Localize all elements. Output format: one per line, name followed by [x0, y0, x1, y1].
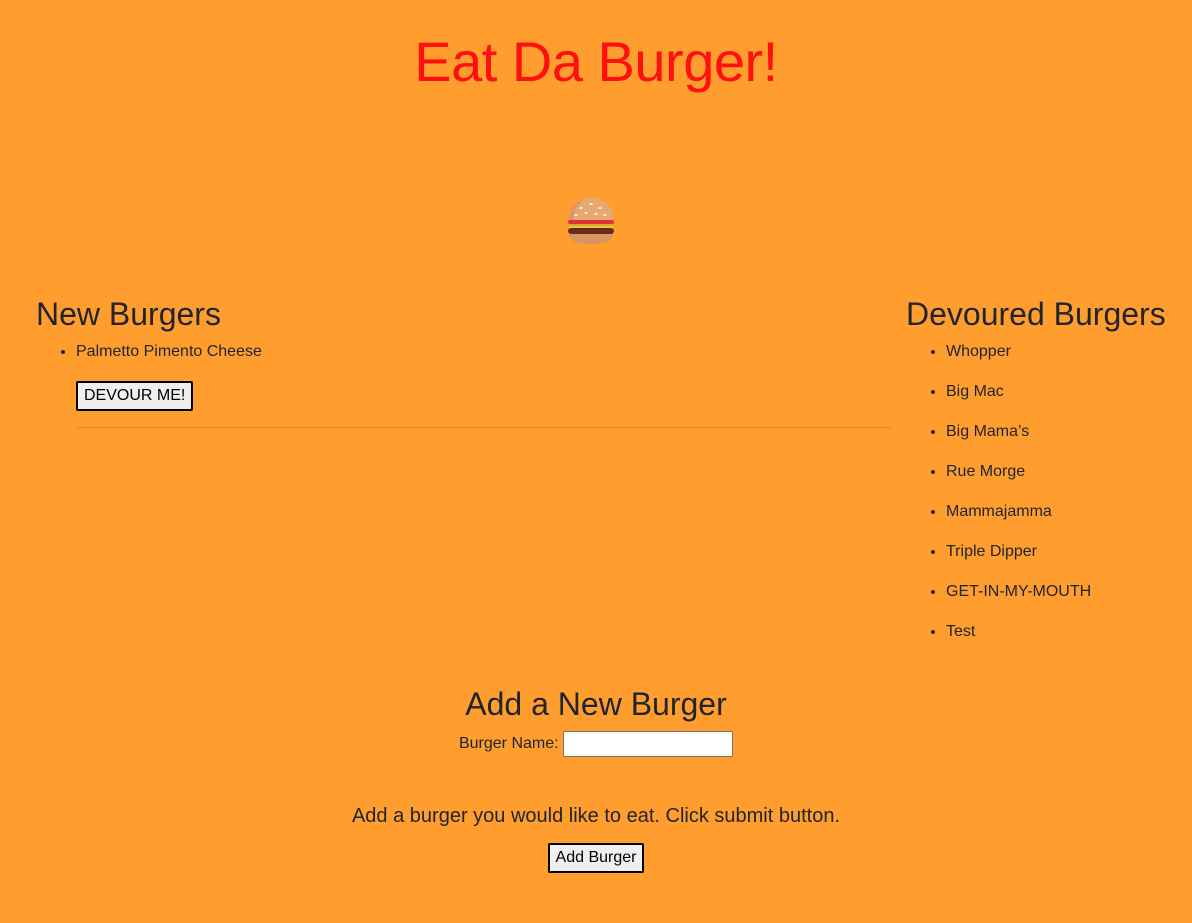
list-item: Palmetto Pimento Cheese DEVOUR ME!	[76, 340, 891, 428]
devoured-burgers-list: Whopper Big Mac Big Mama’s Rue Morge Mam…	[906, 340, 1091, 660]
list-item: Big Mama’s	[946, 420, 1091, 444]
devoured-burgers-title: Devoured Burgers	[906, 296, 1166, 332]
list-item: Triple Dipper	[946, 540, 1091, 564]
list-item: Test	[946, 620, 1091, 644]
list-item: Rue Morge	[946, 460, 1091, 484]
list-item: Mammajamma	[946, 500, 1091, 524]
list-item: Big Mac	[946, 380, 1091, 404]
list-item: GET-IN-MY-MOUTH	[946, 580, 1091, 604]
list-item: Whopper	[946, 340, 1091, 364]
instruction-text: Add a burger you would like to eat. Clic…	[351, 805, 841, 827]
burger-name-label: Burger Name:	[458, 735, 559, 752]
divider	[76, 427, 891, 428]
add-burger-form: Add a New Burger Burger Name: Add a burg…	[0, 683, 1192, 873]
hamburger-icon	[567, 198, 615, 244]
page-title: Eat Da Burger!	[414, 30, 778, 93]
burger-name: Palmetto Pimento Cheese	[76, 343, 262, 360]
new-burgers-list: Palmetto Pimento Cheese DEVOUR ME!	[36, 340, 891, 428]
burger-name-input[interactable]	[563, 730, 734, 757]
add-burger-button[interactable]: Add Burger	[547, 843, 645, 873]
burger-name-row: Burger Name:	[0, 729, 1192, 759]
add-burger-title: Add a New Burger	[465, 686, 727, 722]
devour-button[interactable]: DEVOUR ME!	[76, 381, 194, 411]
new-burgers-title: New Burgers	[36, 296, 221, 332]
